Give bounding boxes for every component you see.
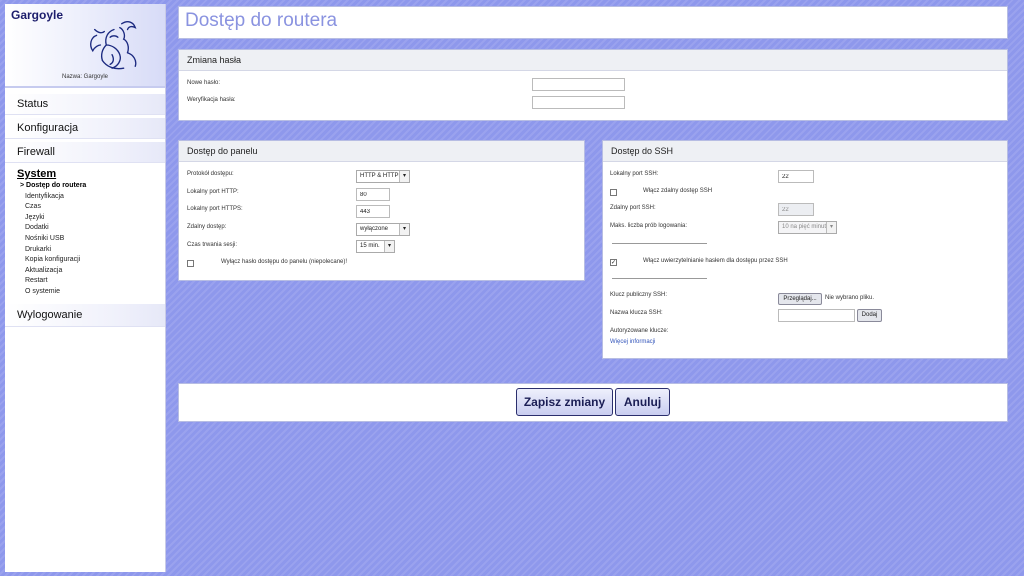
disable-password-checkbox[interactable]: [187, 260, 194, 267]
session-length-select[interactable]: 15 min. ▾: [356, 240, 395, 253]
new-password-input[interactable]: [532, 78, 625, 91]
save-button[interactable]: Zapisz zmiany: [516, 388, 613, 416]
nav-status[interactable]: Status: [5, 94, 165, 115]
ssh-remote-label: Włącz zdalny dostęp SSH: [643, 188, 713, 194]
verify-password-label: Weryfikacja hasła:: [187, 97, 236, 103]
panel-access-heading: Dostęp do panelu: [179, 141, 584, 162]
password-panel: Zmiana hasła Nowe hasło: Weryfikacja has…: [178, 49, 1008, 121]
disable-password-label: Wyłącz hasło dostępu do panelu (niepolec…: [221, 259, 348, 265]
more-info-link[interactable]: Więcej informacji: [610, 339, 655, 345]
chevron-down-icon: ▾: [384, 241, 394, 252]
ssh-local-port-label: Lokalny port SSH:: [610, 171, 659, 177]
subnav-dodatki[interactable]: Dodatki: [17, 223, 165, 234]
subnav-o-systemie[interactable]: O systemie: [17, 287, 165, 298]
ssh-remote-port-input[interactable]: [778, 203, 814, 216]
ssh-public-key-label: Klucz publiczny SSH:: [610, 292, 668, 298]
protocol-label: Protokół dostępu:: [187, 171, 234, 177]
divider: [612, 278, 707, 279]
subnav-identyfikacja[interactable]: Identyfikacja: [17, 192, 165, 203]
add-key-button[interactable]: Dodaj: [857, 309, 882, 322]
chevron-down-icon: ▾: [399, 224, 409, 235]
nav-konfiguracja[interactable]: Konfiguracja: [5, 118, 165, 139]
browse-button[interactable]: Przeglądaj...: [778, 293, 822, 305]
chevron-down-icon: ▾: [399, 171, 409, 182]
panel-access-panel: Dostęp do panelu Protokół dostępu: HTTP …: [178, 140, 585, 281]
page-title: Dostęp do routera: [185, 10, 338, 31]
ssh-password-auth-label: Włącz uwierzytelnianie hasłem dla dostęp…: [643, 258, 788, 264]
remote-access-select-value: wyłączone: [360, 226, 389, 232]
session-length-select-value: 15 min.: [360, 243, 380, 249]
ssh-remote-checkbox[interactable]: [610, 189, 617, 196]
ssh-max-attempts-label: Maks. liczba prób logowania:: [610, 223, 688, 229]
cancel-button[interactable]: Anuluj: [615, 388, 670, 416]
ssh-panel: Dostęp do SSH Lokalny port SSH: Włącz zd…: [602, 140, 1008, 359]
brand-title: Gargoyle: [11, 8, 64, 22]
ssh-key-name-label: Nazwa klucza SSH:: [610, 310, 663, 316]
nav-system[interactable]: System: [17, 167, 165, 181]
remote-access-select[interactable]: wyłączone ▾: [356, 223, 410, 236]
title-bar: Dostęp do routera: [178, 6, 1008, 39]
ssh-password-auth-checkbox[interactable]: ✓: [610, 259, 617, 266]
http-port-label: Lokalny port HTTP:: [187, 189, 239, 195]
subnav-drukarki[interactable]: Drukarki: [17, 245, 165, 256]
nav-wylogowanie[interactable]: Wylogowanie: [5, 303, 165, 327]
chevron-down-icon: ▾: [826, 222, 836, 233]
subnav-nosniki-usb[interactable]: Nośniki USB: [17, 234, 165, 245]
ssh-heading: Dostęp do SSH: [603, 141, 1007, 162]
subnav-jezyki[interactable]: Języki: [17, 213, 165, 224]
divider: [612, 243, 707, 244]
new-password-label: Nowe hasło:: [187, 80, 221, 86]
router-name: Nazwa: Gargoyle: [61, 74, 109, 80]
subnav-aktualizacja[interactable]: Aktualizacja: [17, 266, 165, 277]
sidebar: Gargoyle Nazwa: Gargoyle Status Konfigur…: [5, 4, 166, 572]
subnav-restart[interactable]: Restart: [17, 276, 165, 287]
subnav-dostep-do-routera[interactable]: > Dostęp do routera: [17, 181, 165, 192]
remote-access-label: Zdalny dostęp:: [187, 224, 227, 230]
subnav-czas[interactable]: Czas: [17, 202, 165, 213]
ssh-local-port-input[interactable]: [778, 170, 814, 183]
password-panel-heading: Zmiana hasła: [179, 50, 1007, 71]
ssh-key-name-input[interactable]: [778, 309, 855, 322]
verify-password-input[interactable]: [532, 96, 625, 109]
https-port-label: Lokalny port HTTPS:: [187, 206, 243, 212]
no-file-text: Nie wybrano pliku.: [825, 295, 875, 301]
gargoyle-logo-icon: [90, 21, 137, 70]
authorized-keys-label: Autoryzowane klucze:: [610, 328, 669, 334]
brand-header: Gargoyle Nazwa: Gargoyle: [5, 4, 165, 88]
subnav-kopia-konfiguracji[interactable]: Kopia konfiguracji: [17, 255, 165, 266]
protocol-select-value: HTTP & HTTPS: [360, 173, 403, 179]
ssh-max-attempts-select[interactable]: 10 na pięć minut ▾: [778, 221, 837, 234]
nav-firewall[interactable]: Firewall: [5, 142, 165, 163]
ssh-remote-port-label: Zdalny port SSH:: [610, 205, 656, 211]
session-length-label: Czas trwania sesji:: [187, 242, 238, 248]
protocol-select[interactable]: HTTP & HTTPS ▾: [356, 170, 410, 183]
http-port-input[interactable]: [356, 188, 390, 201]
https-port-input[interactable]: [356, 205, 390, 218]
ssh-max-attempts-value: 10 na pięć minut: [782, 224, 827, 230]
nav-system-section: System > Dostęp do routera Identyfikacja…: [5, 167, 165, 298]
